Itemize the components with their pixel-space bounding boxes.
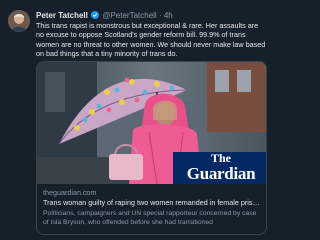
card-image[interactable]: The Guardian bbox=[37, 62, 266, 184]
separator-dot: · bbox=[158, 11, 162, 20]
avatar-photo bbox=[8, 10, 30, 32]
author-handle[interactable]: @PeterTatchell bbox=[102, 11, 156, 20]
link-card[interactable]: The Guardian theguardian.com Trans woman… bbox=[36, 61, 267, 235]
card-description: Politicians, campaigners and UN special … bbox=[43, 210, 257, 226]
verified-badge-icon bbox=[91, 11, 100, 19]
author-name[interactable]: Peter Tatchell bbox=[36, 11, 88, 20]
tweet[interactable]: Peter Tatchell @PeterTatchell · 4h This … bbox=[0, 0, 272, 240]
guardian-logo: The Guardian bbox=[173, 152, 266, 184]
tweet-time[interactable]: 4h bbox=[164, 11, 173, 20]
guardian-logo-guardian: Guardian bbox=[186, 164, 256, 183]
tweet-text: This trans rapist is monstrous but excep… bbox=[36, 21, 266, 59]
card-title[interactable]: Trans woman guilty of raping two women r… bbox=[43, 198, 263, 207]
card-domain: theguardian.com bbox=[43, 188, 97, 197]
avatar[interactable] bbox=[8, 10, 30, 32]
